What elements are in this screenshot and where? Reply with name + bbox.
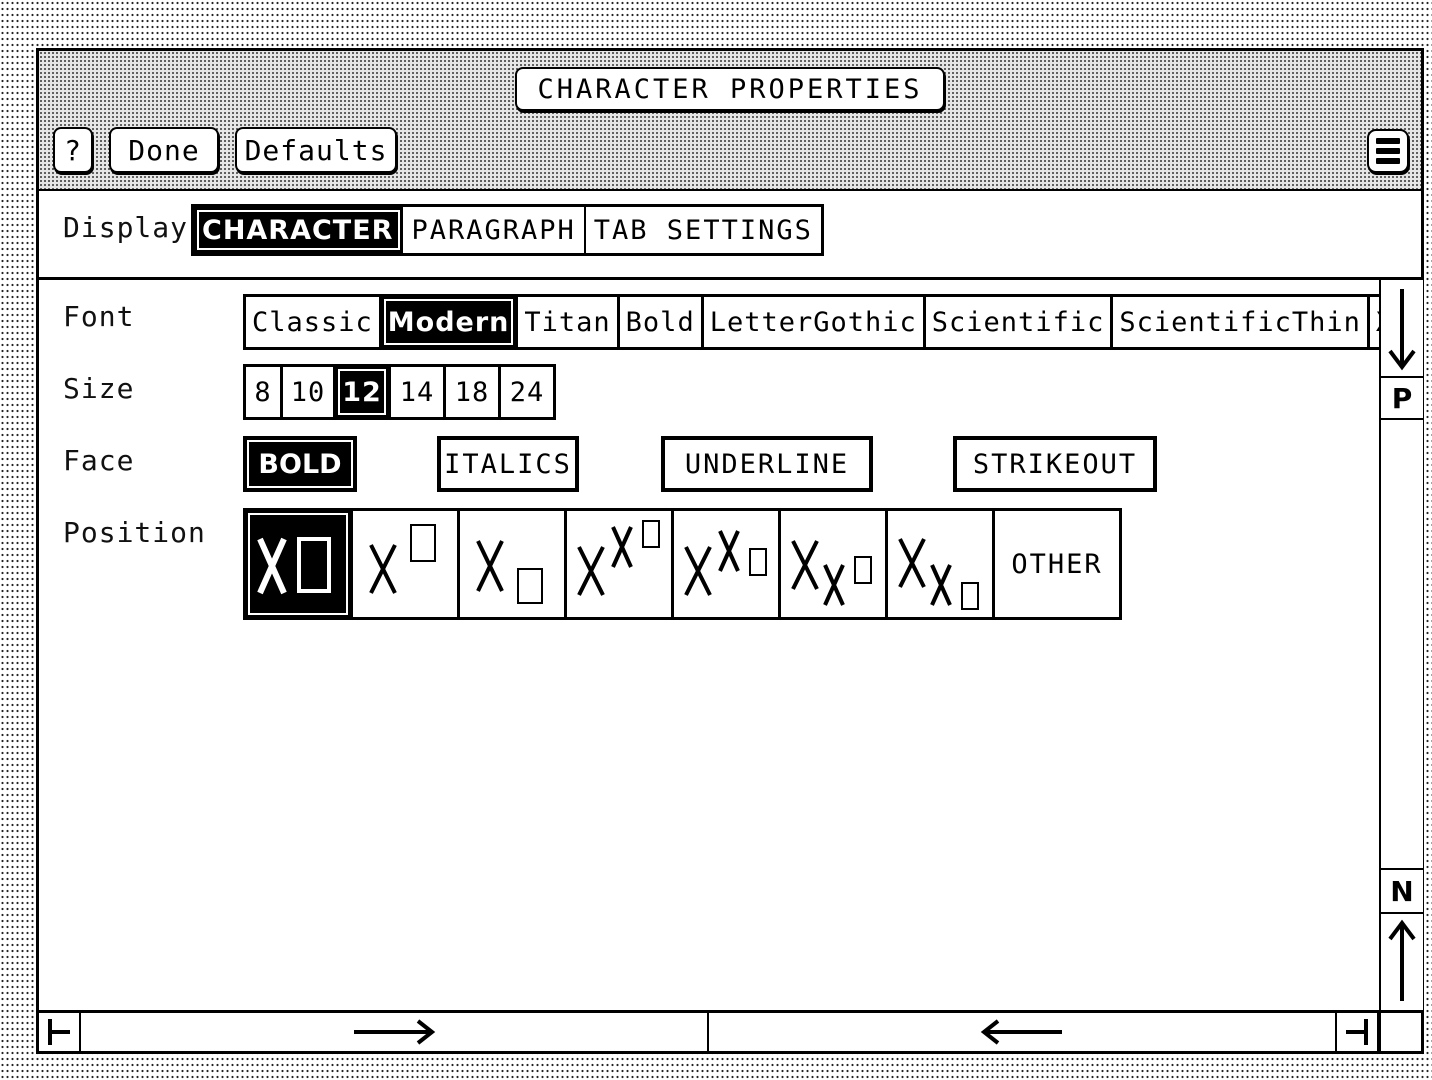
arrow-up-icon: [1388, 919, 1416, 1001]
character-properties-window: CHARACTER PROPERTIES ? Done Defaults Dis…: [36, 48, 1424, 1054]
scroll-down-button[interactable]: [1381, 280, 1423, 378]
font-option-titan[interactable]: Titan: [518, 297, 617, 347]
display-tabs: CHARACTER PARAGRAPH TAB SETTINGS: [191, 204, 824, 256]
position-option-super-subscript[interactable]: [674, 511, 778, 617]
font-option-classic[interactable]: Classic: [246, 297, 379, 347]
tab-tab-settings[interactable]: TAB SETTINGS: [585, 207, 821, 253]
display-label: Display: [63, 211, 189, 244]
arrow-down-icon: [1388, 289, 1416, 371]
position-option-subscript[interactable]: [460, 511, 564, 617]
display-row: Display CHARACTER PARAGRAPH TAB SETTINGS: [39, 191, 1421, 280]
position-option-normal[interactable]: [246, 511, 350, 617]
position-super-subscript-icon: [684, 530, 767, 596]
position-superscript-icon: [369, 524, 436, 594]
properties-content: Font Classic Modern Titan Bold LetterGot…: [39, 280, 1379, 1010]
menu-icon: [1376, 138, 1400, 164]
done-button[interactable]: Done: [109, 127, 219, 173]
scroll-up-button[interactable]: [1381, 914, 1423, 1010]
font-options: Classic Modern Titan Bold LetterGothic S…: [243, 294, 1379, 350]
font-label: Font: [63, 300, 135, 333]
defaults-button[interactable]: Defaults: [235, 127, 397, 173]
size-option-12[interactable]: 12: [336, 367, 388, 417]
position-option-other[interactable]: OTHER: [995, 511, 1119, 617]
scroll-prev-page-button[interactable]: P: [1381, 378, 1423, 420]
vertical-scrollbar[interactable]: P N: [1379, 280, 1423, 1010]
scroll-to-end-button[interactable]: [1337, 1013, 1379, 1051]
tab-paragraph[interactable]: PARAGRAPH: [403, 207, 586, 253]
font-option-xerox[interactable]: Xer: [1369, 297, 1379, 347]
scroll-to-start-button[interactable]: [39, 1013, 81, 1051]
arrow-left-icon: [980, 1019, 1062, 1045]
position-sub-subscript-icon: [898, 538, 979, 610]
scroll-left-button[interactable]: [709, 1013, 1337, 1051]
window-title: CHARACTER PROPERTIES: [515, 67, 945, 111]
face-italics-button[interactable]: ITALICS: [437, 436, 579, 492]
tab-character[interactable]: CHARACTER: [194, 207, 404, 253]
size-option-24[interactable]: 24: [501, 367, 553, 417]
scroll-home-icon: [48, 1019, 70, 1045]
position-subscript-icon: [476, 540, 543, 604]
font-option-bold[interactable]: Bold: [619, 297, 701, 347]
position-options: OTHER: [243, 508, 1122, 620]
size-options: 8 10 12 14 18 24: [243, 364, 556, 420]
font-option-modern[interactable]: Modern: [381, 297, 516, 347]
scroll-right-button[interactable]: [81, 1013, 709, 1051]
scroll-next-page-button[interactable]: N: [1381, 870, 1423, 914]
size-label: Size: [63, 372, 135, 405]
position-option-super-superscript[interactable]: [567, 511, 671, 617]
position-option-sub-superscript[interactable]: [781, 511, 885, 617]
font-option-scientificthin[interactable]: ScientificThin: [1113, 297, 1367, 347]
scroll-track[interactable]: [1381, 420, 1423, 870]
position-super-superscript-icon: [577, 520, 660, 596]
size-option-10[interactable]: 10: [283, 367, 333, 417]
help-button[interactable]: ?: [53, 127, 93, 173]
window-header: CHARACTER PROPERTIES ? Done Defaults: [39, 51, 1421, 191]
face-bold-button[interactable]: BOLD: [243, 436, 357, 492]
position-label: Position: [63, 516, 206, 549]
face-strikeout-button[interactable]: STRIKEOUT: [953, 436, 1157, 492]
position-sub-superscript-icon: [791, 540, 872, 606]
size-option-18[interactable]: 18: [446, 367, 498, 417]
font-option-lettergothic[interactable]: LetterGothic: [703, 297, 923, 347]
arrow-right-icon: [354, 1019, 436, 1045]
face-label: Face: [63, 444, 135, 477]
position-option-sub-subscript[interactable]: [888, 511, 992, 617]
position-option-superscript[interactable]: [353, 511, 457, 617]
window-menu-button[interactable]: [1367, 129, 1409, 173]
scroll-end-icon: [1346, 1019, 1368, 1045]
scroll-corner: [1379, 1013, 1421, 1051]
horizontal-scrollbar[interactable]: [39, 1010, 1421, 1051]
size-option-8[interactable]: 8: [246, 367, 280, 417]
font-option-scientific[interactable]: Scientific: [925, 297, 1111, 347]
size-option-14[interactable]: 14: [391, 367, 443, 417]
position-normal-icon: [257, 537, 331, 595]
face-underline-button[interactable]: UNDERLINE: [661, 436, 873, 492]
